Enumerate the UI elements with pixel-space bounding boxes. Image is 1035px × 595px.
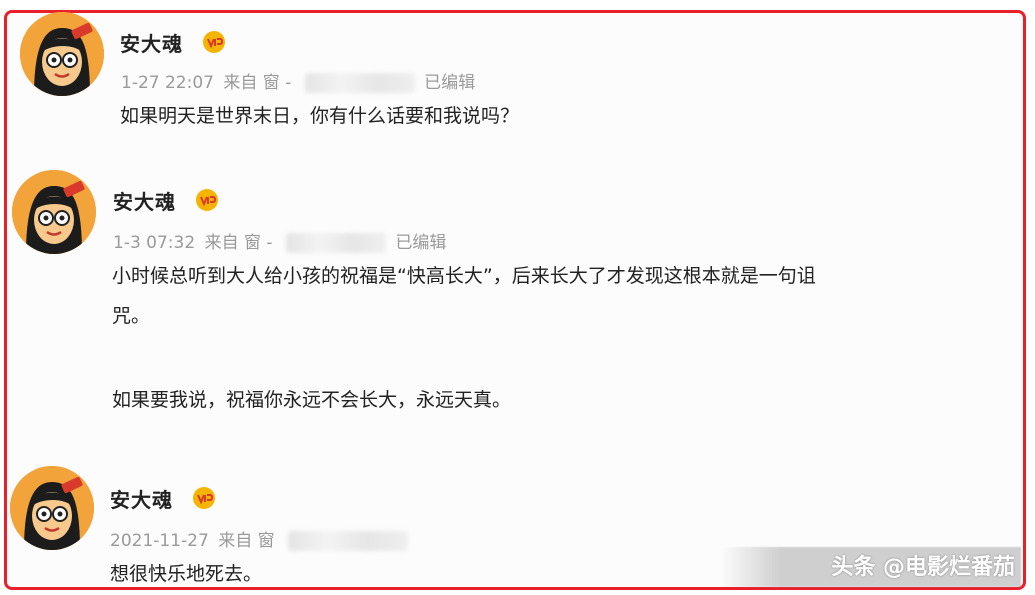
post-time: 1-27 22:07 [121,73,214,93]
post-meta: 1-3 07:32 来自 窗 - 已编辑 [113,228,450,253]
post-meta: 2021-11-27 来自 窗 [110,526,412,551]
post-text-line: 小时候总听到大人给小孩的祝福是“快高长大”，后来长大了才发现这根本就是一句诅 [112,265,816,287]
vip-badge-icon [203,31,225,53]
avatar[interactable] [10,466,94,550]
post-text-line: 如果明天是世界末日，你有什么话要和我说吗？ [120,105,520,127]
blurred-source [288,531,409,551]
avatar[interactable] [12,170,96,254]
post-text-line: 想很快乐地死去。 [110,563,263,585]
username[interactable]: 安大魂 [113,186,176,215]
cartoon-girl-avatar-icon [10,466,94,550]
edited-label: 已编辑 [424,73,476,93]
post-text-line: 咒。 [112,305,151,327]
post-time: 2021-11-27 [110,531,209,551]
cartoon-girl-avatar-icon [20,12,104,96]
username[interactable]: 安大魂 [110,484,173,513]
blurred-source [285,233,386,253]
post-text-line: 如果要我说，祝福你永远不会长大，永远天真。 [112,389,512,411]
vip-badge-icon [193,487,215,509]
post-source: 来自 窗 [218,531,275,551]
cartoon-girl-avatar-icon [12,170,96,254]
avatar[interactable] [20,12,104,96]
blurred-source [304,73,415,93]
watermark: 头条 @电影烂番茄 [831,555,1015,580]
edited-label: 已编辑 [395,233,447,253]
post-meta: 1-27 22:07 来自 窗 - 已编辑 [121,68,479,93]
post-source: 来自 窗 - [223,73,292,93]
username[interactable]: 安大魂 [120,28,183,57]
post-time: 1-3 07:32 [113,233,196,253]
post-source: 来自 窗 - [204,233,273,253]
vip-badge-icon [196,189,218,211]
